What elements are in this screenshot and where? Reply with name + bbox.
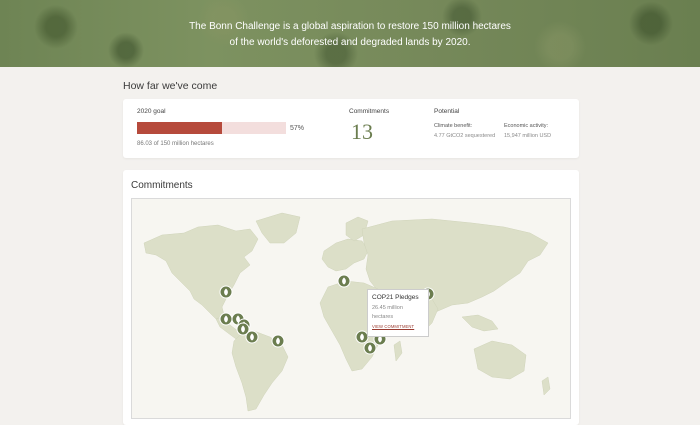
commitments-label: Commitments	[349, 108, 390, 115]
view-commitment-link[interactable]: VIEW COMMITMENT	[372, 324, 414, 329]
map-tooltip: COP21 Pledges 26.45 million hectares VIE…	[367, 289, 429, 337]
tooltip-value: 26.45 million hectares	[372, 305, 403, 320]
commitments-card: Commitments COP21 Pledges 26.45 million …	[123, 170, 579, 425]
goal-hectares: 86.03 of 150 million hectares	[137, 141, 214, 147]
north-america	[143, 224, 259, 320]
world-map[interactable]: COP21 Pledges 26.45 million hectares VIE…	[131, 198, 571, 419]
commitments-title: Commitments	[131, 180, 193, 191]
stats-card: 2020 goal 57% 86.03 of 150 million hecta…	[123, 99, 579, 158]
madagascar	[393, 340, 403, 362]
commitments-count: 13	[351, 119, 373, 144]
hero-line-2: of the world's deforested and degraded l…	[229, 37, 471, 48]
climate-benefit-label: Climate benefit:	[434, 123, 473, 129]
commitment-marker[interactable]	[219, 285, 233, 299]
europe	[321, 238, 369, 272]
goal-percent: 57%	[290, 125, 305, 132]
climate-benefit-value: 4.77 GtCO2 sequestered	[434, 133, 496, 139]
southeast-asia	[461, 314, 499, 332]
new-zealand	[541, 376, 551, 396]
economic-activity-value: 15,947 million USD	[504, 133, 552, 139]
commitment-marker[interactable]	[337, 274, 351, 288]
goal-label: 2020 goal	[137, 108, 166, 115]
goal-progress-bar	[137, 122, 286, 134]
hero-banner: The Bonn Challenge is a global aspiratio…	[0, 0, 700, 67]
hero-line-1: The Bonn Challenge is a global aspiratio…	[189, 21, 511, 32]
commitment-marker[interactable]	[363, 341, 377, 355]
hero-text: The Bonn Challenge is a global aspiratio…	[0, 19, 700, 51]
tooltip-title: COP21 Pledges	[372, 294, 419, 301]
potential-label: Potential	[434, 108, 460, 115]
progress-section-title: How far we've come	[123, 80, 218, 92]
commitment-marker[interactable]	[219, 312, 233, 326]
greenland	[255, 212, 301, 244]
land-masses	[143, 212, 551, 412]
commitment-marker[interactable]	[245, 330, 259, 344]
australia	[473, 340, 527, 380]
economic-activity-label: Economic activity:	[504, 123, 549, 129]
goal-progress-fill	[137, 122, 222, 134]
world-map-svg	[143, 212, 551, 412]
commitment-marker[interactable]	[271, 334, 285, 348]
